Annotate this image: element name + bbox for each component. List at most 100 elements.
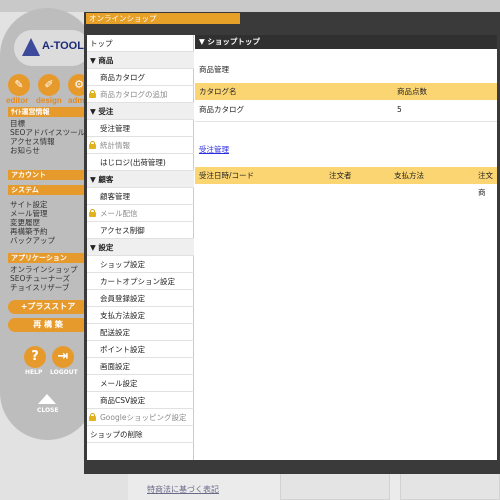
catalog-table-header: カタログ名 商品点数 <box>195 83 497 100</box>
nav-item[interactable]: 受注管理 <box>87 120 194 137</box>
column-header: カタログ名 <box>199 87 237 96</box>
nav-item[interactable]: はじロジ(出荷管理) <box>87 154 194 171</box>
plus-store-button[interactable]: +プラスストア <box>8 300 88 314</box>
nav-item[interactable]: アクセス制御 <box>87 222 194 239</box>
section-account[interactable]: アカウント <box>8 170 88 180</box>
nav-item[interactable]: トップ <box>87 35 194 52</box>
nav-item-label: ▼ 顧客 <box>90 175 114 184</box>
logout-icon[interactable]: ⇥ <box>52 346 74 368</box>
brush-icon[interactable]: ✐ <box>38 74 60 96</box>
editor-button[interactable]: editor <box>6 96 28 105</box>
online-shop-dialog: オンラインショップ トップ ▼ 商品 商品カタログ 商品カタログの追加 ▼ 受注 受注管理… <box>84 12 500 474</box>
nav-section-header: ▼ 受注 <box>87 103 194 120</box>
menu-item-news[interactable]: お知らせ <box>10 146 40 155</box>
nav-item-label: メール配信 <box>100 209 138 218</box>
menu-item-rebuild-schedule[interactable]: 再構築予約 <box>10 227 48 236</box>
nav-item-label: 支払方法設定 <box>100 311 145 320</box>
background-box <box>280 472 390 500</box>
background-box <box>400 472 500 500</box>
close-arrow-icon[interactable] <box>38 394 56 404</box>
menu-item-access-info[interactable]: アクセス情報 <box>10 137 55 146</box>
nav-item-label: 画面設定 <box>100 362 130 371</box>
logo-icon <box>22 38 40 56</box>
help-icon[interactable]: ? <box>24 346 46 368</box>
nav-item[interactable]: 会員登録設定 <box>87 290 194 307</box>
order-management-link[interactable]: 受注管理 <box>199 144 229 155</box>
menu-item-seo-advice[interactable]: SEOアドバイスツール <box>10 128 85 137</box>
nav-item[interactable]: ポイント設定 <box>87 341 194 358</box>
menu-item-goal[interactable]: 目標 <box>10 119 25 128</box>
nav-item-label: ポイント設定 <box>100 345 145 354</box>
divider <box>195 121 497 122</box>
lock-icon <box>89 413 96 421</box>
column-header: 注文商 <box>478 171 493 197</box>
background-link-tokusho[interactable]: 特商法に基づく表記 <box>147 484 219 495</box>
nav-item-label: 商品カタログの追加 <box>100 90 168 99</box>
nav-item-locked[interactable]: 統計情報 <box>87 137 194 154</box>
help-label[interactable]: HELP <box>25 369 42 376</box>
nav-section-header: ▼ 商品 <box>87 52 194 69</box>
nav-item[interactable]: 支払方法設定 <box>87 307 194 324</box>
nav-item-label: 商品CSV設定 <box>100 396 146 405</box>
nav-item[interactable]: ショップ設定 <box>87 256 194 273</box>
nav-section-header: ▼ 設定 <box>87 239 194 256</box>
page-title: ▼ ショップトップ <box>195 35 497 49</box>
nav-item[interactable]: カートオプション設定 <box>87 273 194 290</box>
nav-item-label: ▼ 設定 <box>90 243 114 252</box>
nav-item[interactable]: 顧客管理 <box>87 188 194 205</box>
background-topbar <box>0 0 500 12</box>
nav-item-label: カートオプション設定 <box>100 277 175 286</box>
section-title: 商品管理 <box>199 65 229 74</box>
nav-item-label: アクセス制御 <box>100 226 145 235</box>
dialog-title-tab: オンラインショップ <box>86 13 240 24</box>
rebuild-button[interactable]: 再 構 築 <box>8 318 88 332</box>
nav-item[interactable]: 画面設定 <box>87 358 194 375</box>
nav-item-label: ▼ 商品 <box>90 56 114 65</box>
menu-item-backup[interactable]: バックアップ <box>10 236 55 245</box>
logout-label[interactable]: LOGOUT <box>50 369 78 376</box>
menu-item-online-shop[interactable]: オンラインショップ <box>10 265 78 274</box>
nav-item-label: メール設定 <box>100 379 138 388</box>
menu-item-seo-tuners[interactable]: SEOチューナーズ <box>10 274 70 283</box>
nav-item-label: ショップの削除 <box>90 430 143 439</box>
menu-item-history[interactable]: 変更履歴 <box>10 218 40 227</box>
menu-item-mail[interactable]: メール管理 <box>10 209 48 218</box>
nav-item-locked[interactable]: メール配信 <box>87 205 194 222</box>
column-header: 受注日時/コード <box>199 171 255 180</box>
nav-item-label: はじロジ(出荷管理) <box>100 158 166 167</box>
nav-item[interactable]: 商品カタログ <box>87 69 194 86</box>
tool-panel: A-TOOL ✎ editor ✐ design ⚙ adm ｻｲﾄ運営情報 目… <box>0 8 95 440</box>
nav-item-label: 顧客管理 <box>100 192 130 201</box>
nav-section-header: ▼ 顧客 <box>87 171 194 188</box>
nav-item[interactable]: メール設定 <box>87 375 194 392</box>
section-system[interactable]: システム <box>8 185 88 195</box>
nav-item[interactable]: ショップの削除 <box>87 426 194 443</box>
pencil-icon[interactable]: ✎ <box>8 74 30 96</box>
nav-item-locked[interactable]: Googleショッピング設定 <box>87 409 194 426</box>
atool-logo[interactable]: A-TOOL <box>14 30 90 66</box>
nav-item-label: 会員登録設定 <box>100 294 145 303</box>
menu-item-choice-reserve[interactable]: チョイスリザーブ <box>10 283 69 292</box>
column-header: 支払方法 <box>394 171 424 180</box>
admin-button[interactable]: adm <box>68 96 84 105</box>
section-site-info[interactable]: ｻｲﾄ運営情報 <box>8 107 88 117</box>
menu-item-site-settings[interactable]: サイト設定 <box>10 200 48 209</box>
section-applications[interactable]: アプリケーション <box>8 253 88 263</box>
lock-icon <box>89 141 96 149</box>
nav-item-label: 配送設定 <box>100 328 130 337</box>
nav-item-label: トップ <box>90 39 113 48</box>
nav-item-label: 統計情報 <box>100 141 130 150</box>
nav-item-label: Googleショッピング設定 <box>100 413 187 422</box>
dialog-body: トップ ▼ 商品 商品カタログ 商品カタログの追加 ▼ 受注 受注管理 統計情報 はじロジ(出… <box>87 35 497 460</box>
nav-item-locked[interactable]: 商品カタログの追加 <box>87 86 194 103</box>
nav-item[interactable]: 商品CSV設定 <box>87 392 194 409</box>
design-button[interactable]: design <box>36 96 62 105</box>
shop-nav: トップ ▼ 商品商品カタログ商品カタログの追加 ▼ 受注 受注管理統計情報はじロジ(出… <box>87 35 194 460</box>
item-count-cell: 5 <box>397 105 402 114</box>
catalog-name-cell[interactable]: 商品カタログ <box>199 101 244 118</box>
nav-item-label: ショップ設定 <box>100 260 145 269</box>
lock-icon <box>89 90 96 98</box>
close-button[interactable]: CLOSE <box>37 407 59 414</box>
nav-item[interactable]: 配送設定 <box>87 324 194 341</box>
main-content: ▼ ショップトップ 商品管理 カタログ名 商品点数 商品カタログ 5 受注管理 … <box>195 35 497 460</box>
